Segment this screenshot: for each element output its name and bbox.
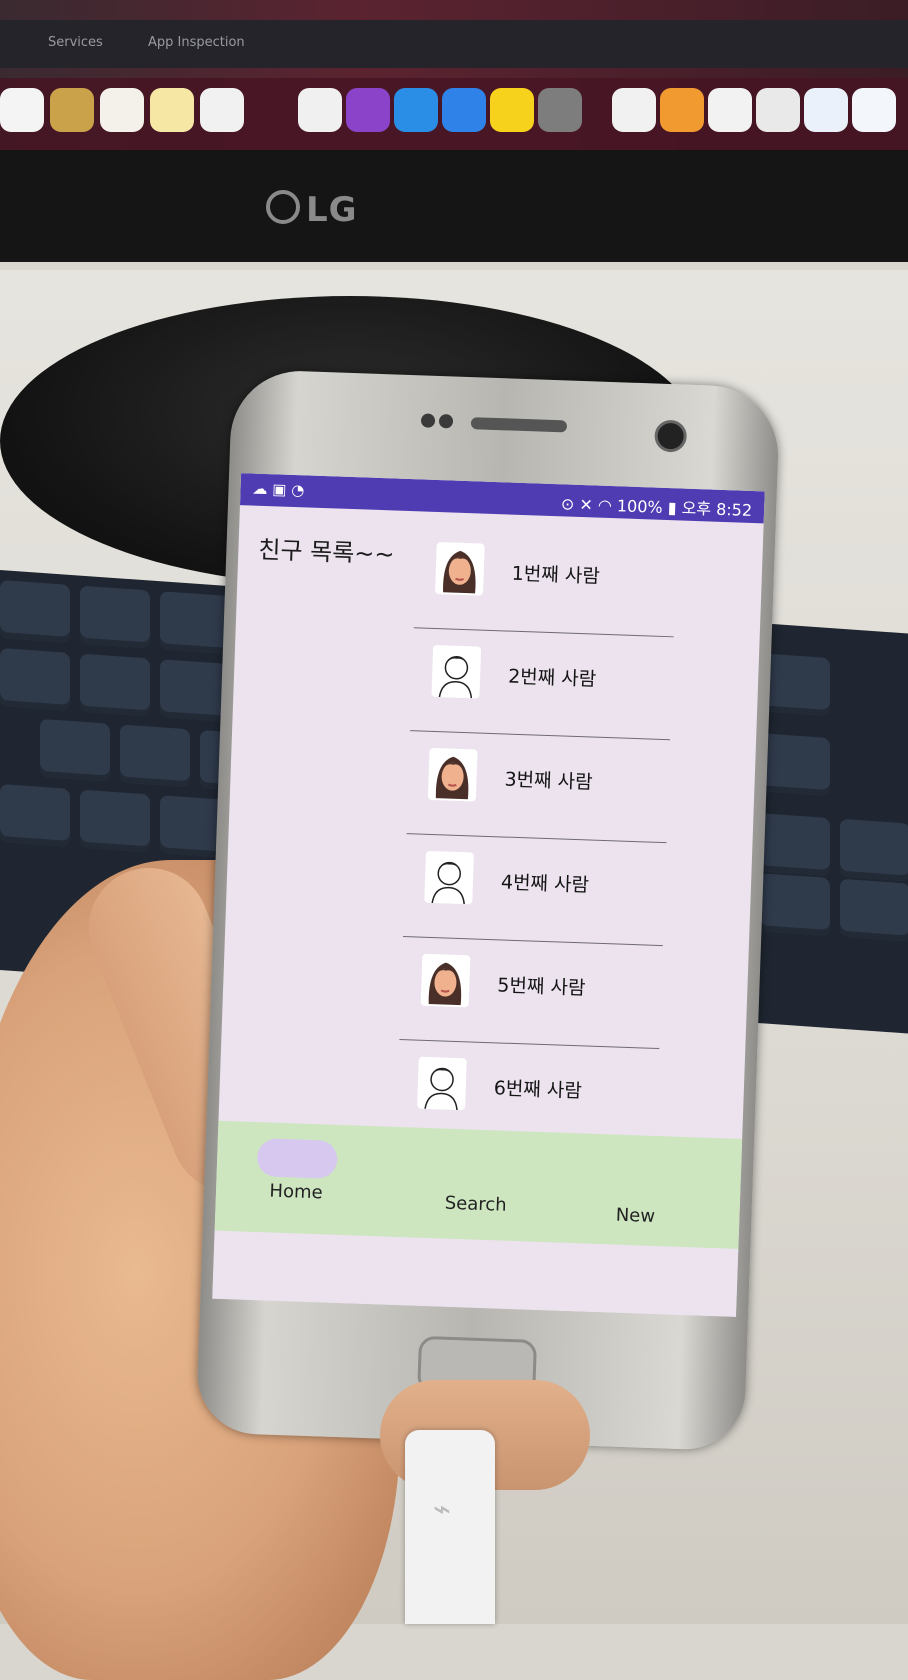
mute-icon: ✕ [579, 494, 594, 515]
freeform-icon [200, 88, 244, 132]
android-phone: ☁ ▣ ◔ ⊙ ✕ ◠ 100% ▮ 오후 8:52 친구 목록~~ 1번째 사… [195, 368, 781, 1452]
battery-icon: ▮ [667, 498, 677, 518]
calendar-icon [0, 88, 44, 132]
phone-screen: ☁ ▣ ◔ ⊙ ✕ ◠ 100% ▮ 오후 8:52 친구 목록~~ 1번째 사… [212, 473, 765, 1317]
woman-avatar-icon [427, 747, 478, 802]
slack-icon [708, 88, 752, 132]
monitor-brand: LG [306, 190, 358, 230]
clock: 8:52 [715, 499, 753, 520]
friend-name: 4번째 사람 [500, 871, 590, 897]
friend-name: 1번째 사람 [511, 562, 601, 588]
mac-dock [0, 78, 908, 150]
friend-name: 6번째 사람 [493, 1077, 583, 1103]
lg-logo-icon [266, 190, 300, 224]
wifi-icon: ◠ [597, 495, 613, 516]
page-title: 친구 목록~~ [257, 535, 396, 569]
list-item[interactable]: 1번째 사람 [413, 525, 678, 638]
man-avatar-icon [417, 1056, 467, 1111]
background-monitor: Services App Inspection LG [0, 0, 908, 262]
app-icon [50, 88, 94, 132]
nav-home[interactable]: Home [236, 1179, 357, 1204]
keynote-icon [394, 88, 438, 132]
front-camera-icon [654, 419, 688, 453]
app-store-icon [442, 88, 486, 132]
nav-new[interactable]: New [575, 1203, 696, 1228]
list-item[interactable]: 3번째 사람 [406, 731, 671, 844]
menubar-item: App Inspection [148, 35, 245, 50]
chrome-icon [612, 88, 656, 132]
woman-avatar-icon [420, 953, 471, 1008]
reminders-icon [100, 88, 144, 132]
list-item[interactable]: 2번째 사람 [410, 628, 674, 741]
nav-home-active-indicator[interactable] [256, 1138, 338, 1179]
usb-cable: ⌁ [405, 1430, 495, 1624]
friend-name: 2번째 사람 [507, 665, 597, 691]
light-sensor [438, 413, 454, 429]
podcasts-icon [346, 88, 390, 132]
status-bar: ☁ ▣ ◔ ⊙ ✕ ◠ 100% ▮ 오후 8:52 [239, 473, 765, 524]
mac-menubar: Services App Inspection [0, 20, 908, 68]
battery-percent: 100% [616, 496, 664, 517]
friend-list: 1번째 사람 2번째 사람 3번째 사람 4번째 사람 5번째 사람 6번째 사… [395, 525, 678, 1152]
app-icon [660, 88, 704, 132]
usb-icon: ⌁ [433, 1492, 452, 1527]
status-icons-right: ⊙ ✕ ◠ 100% ▮ 오후 8:52 [561, 490, 753, 521]
notion-icon [756, 88, 800, 132]
nav-search[interactable]: Search [415, 1192, 536, 1217]
location-icon: ⊙ [560, 494, 575, 514]
status-icons-left: ☁ ▣ ◔ [252, 479, 305, 500]
man-avatar-icon [424, 850, 474, 905]
man-avatar-icon [431, 644, 482, 699]
list-item[interactable]: 5번째 사람 [399, 937, 663, 1050]
time-prefix: 오후 [681, 498, 712, 519]
earpiece-speaker [470, 417, 568, 433]
kakaotalk-icon [490, 88, 534, 132]
menubar-item: Services [48, 35, 103, 50]
photos-icon [298, 88, 342, 132]
friend-name: 5번째 사람 [496, 974, 586, 1000]
settings-icon [538, 88, 582, 132]
xcode-icon [804, 88, 848, 132]
bottom-navigation: Home Search New [214, 1120, 743, 1249]
list-item[interactable]: 4번째 사람 [403, 834, 667, 947]
woman-avatar-icon [434, 541, 485, 596]
notes-icon [150, 88, 194, 132]
friend-name: 3번째 사람 [504, 768, 593, 794]
vscode-icon [852, 88, 896, 132]
proximity-sensor [420, 413, 436, 428]
